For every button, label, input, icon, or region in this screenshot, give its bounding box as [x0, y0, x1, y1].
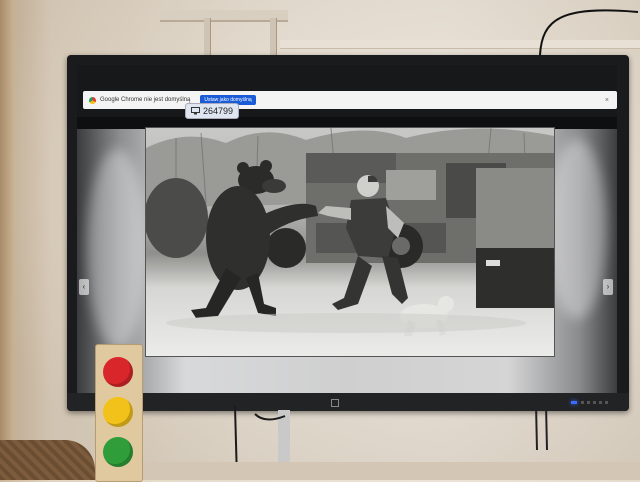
- bezel-speaker-grille: [581, 401, 609, 404]
- red-light: [103, 357, 133, 387]
- default-browser-bar: Google Chrome nie jest domyślną Ustaw ja…: [83, 91, 617, 109]
- photo-scene: [146, 128, 554, 336]
- counter-value: 264799: [203, 106, 234, 116]
- wall-cable: [539, 9, 639, 56]
- bear-and-man-photo: [145, 127, 555, 357]
- brand-logo: [331, 399, 339, 407]
- power-led: [571, 401, 577, 404]
- session-counter[interactable]: 264799: [185, 103, 240, 119]
- wall-shelf: [160, 0, 288, 68]
- green-light: [103, 437, 133, 467]
- screen-glare-right: [547, 139, 607, 319]
- shelf-board: [160, 10, 288, 22]
- prev-arrow[interactable]: ‹: [79, 279, 89, 295]
- tv-screen: Google Chrome nie jest domyślną Ustaw ja…: [77, 65, 617, 393]
- table-edge: [140, 462, 640, 480]
- screen-glare-left: [87, 149, 147, 349]
- browser-toolbar: Google Chrome nie jest domyślną Ustaw ja…: [77, 65, 617, 119]
- close-notification-button[interactable]: ×: [605, 97, 609, 104]
- yellow-light: [103, 397, 133, 427]
- display-icon: [191, 107, 200, 115]
- tv-display: Google Chrome nie jest domyślną Ustaw ja…: [67, 55, 629, 411]
- pen-holder: [535, 404, 548, 451]
- traffic-light-board: [95, 344, 143, 482]
- chrome-icon: [89, 96, 96, 104]
- door-frame: [0, 0, 14, 480]
- next-arrow[interactable]: ›: [603, 279, 613, 295]
- truck: [266, 153, 554, 308]
- wicker-basket: [0, 440, 95, 480]
- notification-text: Google Chrome nie jest domyślną: [100, 97, 191, 103]
